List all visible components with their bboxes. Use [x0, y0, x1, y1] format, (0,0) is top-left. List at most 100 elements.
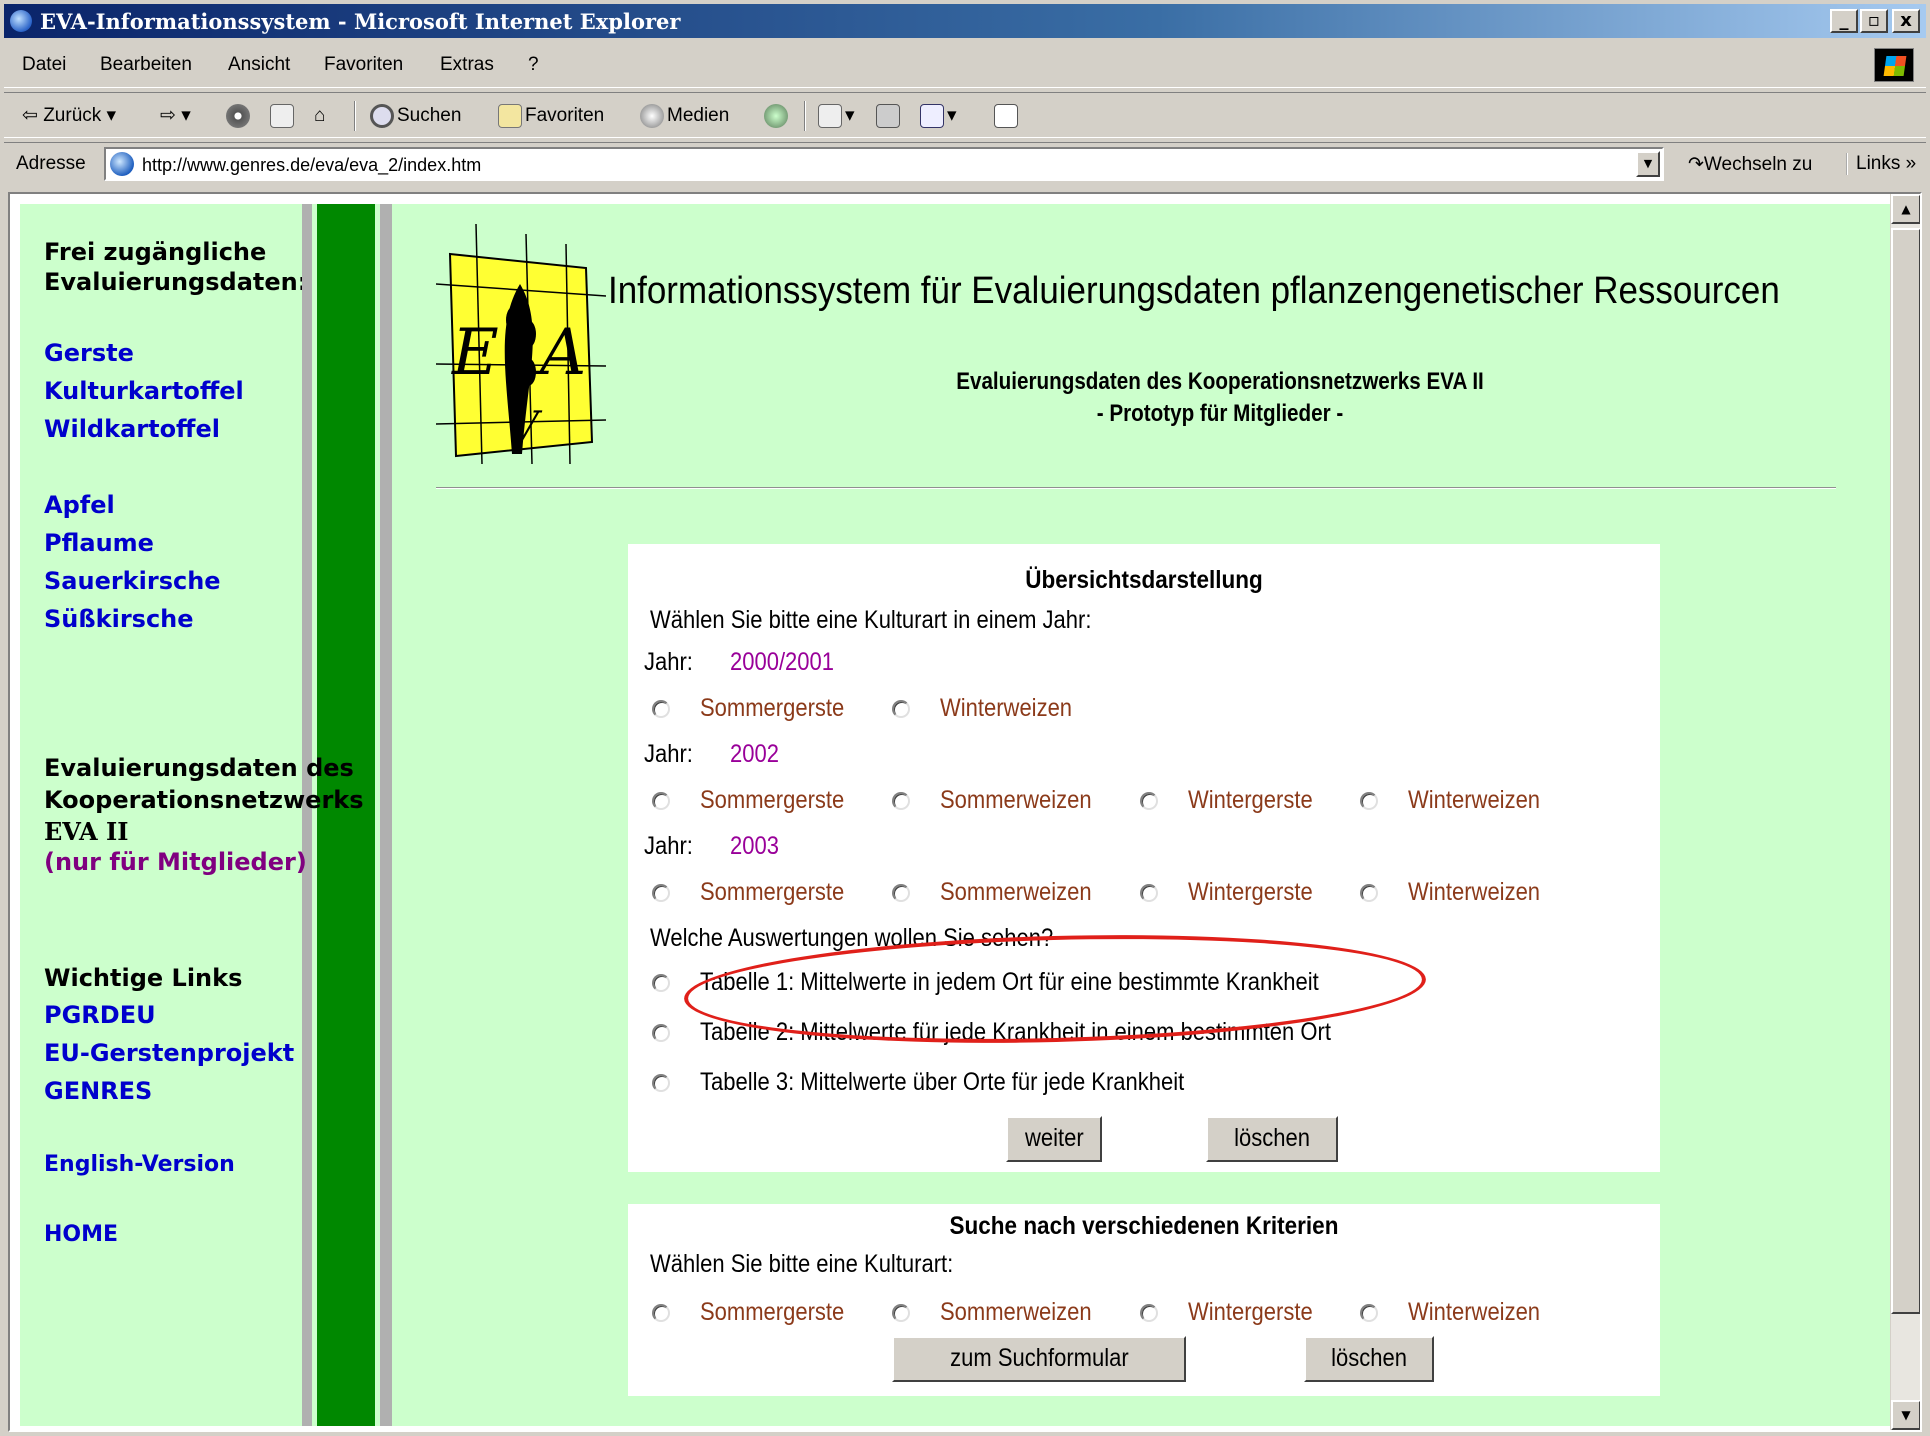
forward-button[interactable]: ⇨ ▾	[160, 101, 191, 131]
logo-letter-v: V	[510, 404, 543, 450]
refresh-icon	[270, 103, 294, 128]
back-arrow-icon: ⇦	[22, 105, 38, 126]
eva-logo: E A V	[436, 224, 606, 464]
link-wildkartoffel[interactable]: Wildkartoffel	[44, 414, 220, 444]
links-button[interactable]: Links »	[1846, 153, 1916, 175]
go-button[interactable]: ↷Wechseln zu	[1688, 153, 1812, 176]
overview-panel: Übersichtsdarstellung Wählen Sie bitte e…	[628, 544, 1660, 1172]
radio-search-sommergerste[interactable]	[652, 1304, 670, 1322]
menu-favoriten[interactable]: Favoriten	[324, 54, 403, 76]
edit-button[interactable]: ▾	[920, 101, 957, 131]
title-bar: EVA-Informationssystem - Microsoft Inter…	[4, 4, 1926, 38]
option-label[interactable]: Sommerweizen	[940, 1298, 1092, 1327]
search-form-button[interactable]: zum Suchformular	[892, 1336, 1186, 1382]
scroll-thumb[interactable]	[1891, 228, 1920, 1314]
option-label[interactable]: Wintergerste	[1188, 878, 1313, 907]
option-label[interactable]: Wintergerste	[1188, 1298, 1313, 1327]
link-english-version[interactable]: English-Version	[44, 1150, 235, 1180]
address-field[interactable]: http://www.genres.de/eva/eva_2/index.htm…	[104, 147, 1664, 181]
link-apfel[interactable]: Apfel	[44, 490, 115, 520]
option-label[interactable]: Sommerweizen	[940, 878, 1092, 907]
history-button[interactable]	[764, 101, 791, 131]
radio-table-2[interactable]	[652, 1024, 670, 1042]
favorites-button[interactable]: Favoriten	[498, 101, 604, 131]
table-option-label[interactable]: Tabelle 3: Mittelwerte über Orte für jed…	[700, 1068, 1184, 1097]
menu-help[interactable]: ?	[528, 54, 539, 76]
vertical-scrollbar[interactable]: ▲ ▼	[1890, 194, 1920, 1430]
radio-search-winterweizen[interactable]	[1360, 1304, 1378, 1322]
option-label[interactable]: Sommergerste	[700, 786, 844, 815]
option-label[interactable]: Sommergerste	[700, 694, 844, 723]
option-label[interactable]: Winterweizen	[940, 694, 1072, 723]
mail-button[interactable]: ▾	[818, 101, 855, 131]
table-option-label[interactable]: Tabelle 2: Mittelwerte für jede Krankhei…	[700, 1018, 1331, 1047]
option-label[interactable]: Sommergerste	[700, 878, 844, 907]
menu-bearbeiten[interactable]: Bearbeiten	[100, 54, 192, 76]
link-genres[interactable]: GENRES	[44, 1076, 152, 1106]
minimize-button[interactable]: _	[1830, 9, 1858, 33]
members-only-link[interactable]: (nur für Mitglieder)	[44, 848, 307, 876]
radio-table-3[interactable]	[652, 1074, 670, 1092]
radio-2001-sommergerste[interactable]	[652, 700, 670, 718]
radio-table-1[interactable]	[652, 974, 670, 992]
radio-search-sommerweizen[interactable]	[892, 1304, 910, 1322]
eva-heading-3: EVA II	[44, 817, 129, 846]
media-button[interactable]: Medien	[640, 101, 729, 131]
link-home[interactable]: HOME	[44, 1220, 118, 1250]
ie-icon	[10, 10, 32, 32]
link-gerste[interactable]: Gerste	[44, 338, 134, 368]
link-kulturkartoffel[interactable]: Kulturkartoffel	[44, 376, 244, 406]
link-pflaume[interactable]: Pflaume	[44, 528, 154, 558]
stop-button[interactable]	[226, 101, 253, 131]
radio-2002-sommerweizen[interactable]	[892, 792, 910, 810]
close-button[interactable]: x	[1892, 9, 1920, 33]
document-icon	[994, 103, 1018, 128]
reset-button[interactable]: löschen	[1206, 1116, 1338, 1162]
menu-ansicht[interactable]: Ansicht	[228, 54, 290, 76]
address-dropdown-button[interactable]: ▼	[1636, 151, 1660, 177]
radio-2003-sommerweizen[interactable]	[892, 884, 910, 902]
scroll-up-button[interactable]: ▲	[1891, 194, 1920, 224]
search-reset-button[interactable]: löschen	[1304, 1336, 1434, 1382]
page-content: Frei zugängliche Evaluierungsdaten: Gers…	[20, 204, 1892, 1426]
link-sauerkirsche[interactable]: Sauerkirsche	[44, 566, 221, 596]
radio-search-wintergerste[interactable]	[1140, 1304, 1158, 1322]
radio-2002-wintergerste[interactable]	[1140, 792, 1158, 810]
radio-2003-wintergerste[interactable]	[1140, 884, 1158, 902]
search-prompt: Wählen Sie bitte eine Kulturart:	[650, 1250, 954, 1278]
discuss-button[interactable]	[994, 101, 1021, 131]
address-url[interactable]: http://www.genres.de/eva/eva_2/index.htm	[142, 155, 481, 176]
table-option-label[interactable]: Tabelle 1: Mittelwerte in jedem Ort für …	[700, 968, 1319, 997]
maximize-button[interactable]: ▫	[1860, 9, 1888, 33]
option-label[interactable]: Winterweizen	[1408, 1298, 1540, 1327]
link-eu-gerstenprojekt[interactable]: EU-Gerstenprojekt	[44, 1038, 294, 1068]
back-button[interactable]: ⇦ Zurück ▾	[22, 101, 116, 131]
overview-title: Übersichtsdarstellung	[1025, 566, 1263, 594]
radio-2003-winterweizen[interactable]	[1360, 884, 1378, 902]
option-label[interactable]: Wintergerste	[1188, 786, 1313, 815]
link-pgrdeu[interactable]: PGRDEU	[44, 1000, 156, 1030]
radio-2001-winterweizen[interactable]	[892, 700, 910, 718]
menu-datei[interactable]: Datei	[22, 54, 66, 76]
radio-2002-sommergerste[interactable]	[652, 792, 670, 810]
windows-logo-icon	[1874, 48, 1914, 82]
option-label[interactable]: Sommergerste	[700, 1298, 844, 1327]
radio-2003-sommergerste[interactable]	[652, 884, 670, 902]
radio-2002-winterweizen[interactable]	[1360, 792, 1378, 810]
link-suesskirsche[interactable]: Süßkirsche	[44, 604, 194, 634]
menu-extras[interactable]: Extras	[440, 54, 494, 76]
go-arrow-icon: ↷	[1688, 154, 1704, 175]
refresh-button[interactable]	[270, 101, 297, 131]
option-label[interactable]: Winterweizen	[1408, 786, 1540, 815]
option-label[interactable]: Winterweizen	[1408, 878, 1540, 907]
page-icon	[110, 152, 134, 176]
scroll-down-button[interactable]: ▼	[1891, 1400, 1920, 1430]
analysis-prompt: Welche Auswertungen wollen Sie sehen?	[650, 924, 1054, 952]
sidebar-divider	[380, 204, 392, 1426]
page-subtitle-2: - Prototyp für Mitglieder -	[1096, 400, 1344, 427]
home-button[interactable]: ⌂	[314, 101, 325, 131]
print-button[interactable]	[876, 101, 903, 131]
search-button[interactable]: Suchen	[370, 101, 461, 131]
option-label[interactable]: Sommerweizen	[940, 786, 1092, 815]
submit-button[interactable]: weiter	[1006, 1116, 1102, 1162]
